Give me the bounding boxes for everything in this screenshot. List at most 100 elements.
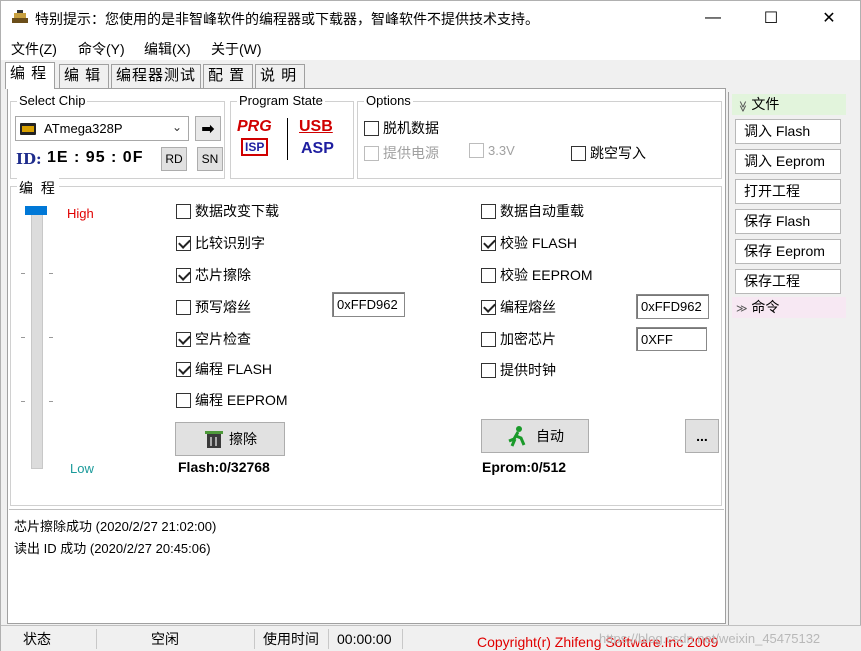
- low-label: Low: [70, 461, 94, 476]
- save-flash-button[interactable]: 保存 Flash: [735, 209, 841, 234]
- program-fuse-checkbox[interactable]: 编程熔丝: [481, 297, 556, 317]
- log-line: 读出 ID 成功 (2020/2/27 20:45:06): [14, 538, 211, 557]
- download-on-change-checkbox[interactable]: 数据改变下载: [176, 201, 279, 221]
- blank-check-checkbox[interactable]: 空片检查: [176, 329, 251, 349]
- log-time: (2020/2/27 20:45:06): [89, 541, 211, 556]
- checkbox-box: [481, 203, 496, 219]
- v33-label: 3.3V: [488, 143, 515, 158]
- save-eeprom-button[interactable]: 保存 Eeprom: [735, 239, 841, 264]
- isp-logo: ISP: [241, 138, 269, 156]
- rd-button[interactable]: RD: [161, 147, 187, 171]
- state-divider: [287, 118, 288, 160]
- command-section-label: 命令: [751, 299, 780, 315]
- tab-config[interactable]: 配 置: [203, 64, 253, 88]
- erase-button-label: 擦除: [229, 431, 257, 447]
- menu-command[interactable]: 命令(Y): [78, 39, 125, 59]
- status-label: 状态: [17, 629, 97, 649]
- checkbox-label: 编程 EEPROM: [195, 392, 288, 408]
- client-area: 编 程 编 辑 编程器测试 配 置 说 明 Select Chip ATmega…: [0, 60, 861, 651]
- minimize-button[interactable]: —: [684, 1, 742, 35]
- checkbox-box: [571, 145, 586, 161]
- slider-thumb[interactable]: [25, 206, 47, 215]
- tab-programmer-test[interactable]: 编程器测试: [111, 64, 201, 88]
- compare-signature-checkbox[interactable]: 比较识别字: [176, 233, 265, 253]
- log-text: 读出 ID 成功: [14, 541, 87, 556]
- running-man-icon: [508, 426, 526, 447]
- load-flash-button[interactable]: 调入 Flash: [735, 119, 841, 144]
- log-text: 芯片擦除成功: [14, 519, 93, 534]
- more-button[interactable]: ...: [685, 419, 719, 453]
- status-value: 空闲: [145, 629, 255, 649]
- menu-bar: 文件(Z) 命令(Y) 编辑(X) 关于(W): [0, 34, 861, 60]
- menu-about[interactable]: 关于(W): [211, 39, 262, 59]
- tab-help[interactable]: 说 明: [255, 64, 305, 88]
- prewrite-fuse-checkbox[interactable]: 预写熔丝: [176, 297, 251, 317]
- program-state-group: Program State PRG ISP USB ASP: [230, 93, 354, 179]
- verify-flash-checkbox[interactable]: 校验 FLASH: [481, 233, 577, 253]
- menu-file[interactable]: 文件(Z): [11, 39, 57, 59]
- command-section-header[interactable]: ≫ 命令: [732, 297, 846, 318]
- prefuse-value-field[interactable]: 0xFFD962: [332, 292, 405, 317]
- auto-reload-checkbox[interactable]: 数据自动重载: [481, 201, 584, 221]
- skip-write-checkbox[interactable]: 跳空写入: [571, 143, 646, 163]
- checkbox-box: [364, 145, 379, 161]
- watermark-text: https://blog.csdn.net/weixin_45475132: [599, 631, 821, 646]
- usb-logo: USB: [299, 118, 333, 135]
- checkbox-label: 芯片擦除: [195, 267, 251, 283]
- asp-logo: ASP: [301, 140, 334, 157]
- checkbox-box: [364, 120, 379, 136]
- elapsed-time-value: 00:00:00: [331, 629, 403, 649]
- select-chip-group: Select Chip ATmega328P ⌄ ➡ ID: 1E : 95 :…: [10, 93, 225, 179]
- program-flash-checkbox[interactable]: 编程 FLASH: [176, 359, 272, 379]
- save-project-button[interactable]: 保存工程: [735, 269, 841, 294]
- checkbox-label: 预写熔丝: [195, 299, 251, 315]
- go-arrow-button[interactable]: ➡: [195, 116, 221, 141]
- tab-program[interactable]: 编 程: [5, 62, 55, 89]
- sn-button[interactable]: SN: [197, 147, 223, 171]
- side-panel: ≫ 文件 调入 Flash 调入 Eeprom 打开工程 保存 Flash 保存…: [728, 92, 848, 626]
- checkbox-box: [481, 299, 496, 315]
- checkbox-box: [481, 362, 496, 378]
- log-line: 芯片擦除成功 (2020/2/27 21:02:00): [14, 516, 216, 535]
- provide-power-checkbox[interactable]: 提供电源: [364, 143, 439, 163]
- program-panel: Select Chip ATmega328P ⌄ ➡ ID: 1E : 95 :…: [7, 88, 726, 624]
- lock-chip-checkbox[interactable]: 加密芯片: [481, 329, 556, 349]
- v33-checkbox[interactable]: 3.3V: [469, 143, 515, 158]
- prg-logo: PRG: [237, 118, 272, 135]
- program-eeprom-checkbox[interactable]: 编程 EEPROM: [176, 390, 288, 410]
- offline-data-checkbox[interactable]: 脱机数据: [364, 118, 439, 138]
- load-eeprom-button[interactable]: 调入 Eeprom: [735, 149, 841, 174]
- skip-write-label: 跳空写入: [590, 145, 646, 161]
- auto-button[interactable]: 自动: [481, 419, 589, 453]
- high-label: High: [67, 206, 94, 221]
- program-group: 编 程 High Low 数据改变下载 比较识别字 芯片擦除 预写熔丝 空片检查…: [10, 178, 722, 506]
- select-chip-label: Select Chip: [17, 93, 88, 108]
- slider-track: [31, 207, 43, 469]
- maximize-button[interactable]: ☐: [742, 1, 800, 35]
- tab-edit[interactable]: 编 辑: [59, 64, 109, 88]
- provide-power-label: 提供电源: [383, 145, 439, 161]
- log-area[interactable]: 芯片擦除成功 (2020/2/27 21:02:00) 读出 ID 成功 (20…: [9, 509, 724, 623]
- erase-button[interactable]: 擦除: [175, 422, 285, 456]
- slider-tick: [21, 337, 25, 338]
- chip-erase-checkbox[interactable]: 芯片擦除: [176, 265, 251, 285]
- menu-edit[interactable]: 编辑(X): [144, 39, 191, 59]
- open-project-button[interactable]: 打开工程: [735, 179, 841, 204]
- fuse-value-field[interactable]: 0xFFD962: [636, 294, 709, 319]
- lock-value-field[interactable]: 0XFF: [636, 327, 707, 351]
- checkbox-box: [176, 267, 191, 283]
- checkbox-box: [176, 392, 191, 408]
- chip-select[interactable]: ATmega328P ⌄: [15, 116, 189, 141]
- verify-eeprom-checkbox[interactable]: 校验 EEPROM: [481, 265, 593, 285]
- checkbox-box: [176, 235, 191, 251]
- elapsed-time-label: 使用时间: [257, 629, 329, 649]
- trash-icon: [205, 431, 223, 448]
- checkbox-label: 编程熔丝: [500, 299, 556, 315]
- provide-clock-checkbox[interactable]: 提供时钟: [481, 360, 556, 380]
- checkbox-box: [176, 299, 191, 315]
- log-time: (2020/2/27 21:02:00): [95, 519, 217, 534]
- title-bar: 特别提示：您使用的是非智峰软件的编程器或下载器，智峰软件不提供技术支持。 — ☐…: [0, 0, 861, 34]
- checkbox-box: [481, 331, 496, 347]
- file-section-header[interactable]: ≫ 文件: [732, 94, 846, 115]
- close-button[interactable]: ✕: [800, 1, 858, 35]
